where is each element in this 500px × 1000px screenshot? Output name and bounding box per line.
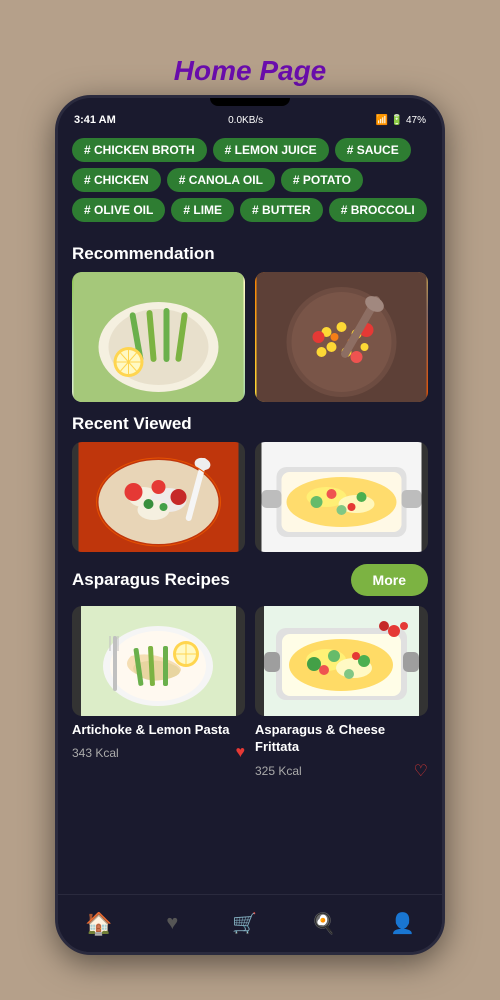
tag-sauce[interactable]: # SAUCE: [335, 138, 411, 162]
food-card-2-kcal-row: 325 Kcal ♡: [255, 761, 428, 781]
recommendation-title: Recommendation: [58, 232, 442, 272]
status-time: 3:41 AM: [74, 114, 116, 126]
asparagus-header: Asparagus Recipes More: [58, 552, 442, 606]
notch: [210, 98, 290, 106]
tags-row-3: # OLIVE OIL # LIME # BUTTER # BROCCOLI: [72, 198, 428, 222]
home-icon: 🏠: [85, 911, 112, 937]
tag-canola-oil[interactable]: # CANOLA OIL: [167, 168, 275, 192]
scroll-area: # CHICKEN BROTH # LEMON JUICE # SAUCE # …: [58, 130, 442, 930]
nav-favorites[interactable]: ♥: [166, 912, 178, 935]
tag-lemon-juice[interactable]: # LEMON JUICE: [213, 138, 329, 162]
page-title: Home Page: [174, 45, 327, 95]
tag-broccoli[interactable]: # BROCCOLI: [329, 198, 427, 222]
status-data: 0.0KB/s: [228, 115, 263, 126]
tag-butter[interactable]: # BUTTER: [240, 198, 323, 222]
food-card-1-kcal-row: 343 Kcal ♥: [72, 744, 245, 762]
rec-image-2[interactable]: [255, 272, 428, 402]
nav-home[interactable]: 🏠: [85, 911, 112, 937]
tags-section: # CHICKEN BROTH # LEMON JUICE # SAUCE # …: [58, 130, 442, 232]
tag-potato[interactable]: # POTATO: [281, 168, 363, 192]
tag-chicken-broth[interactable]: # CHICKEN BROTH: [72, 138, 207, 162]
recommendation-row: [58, 272, 442, 402]
recent-image-1[interactable]: [72, 442, 245, 552]
tags-row-2: # CHICKEN # CANOLA OIL # POTATO: [72, 168, 428, 192]
recent-viewed-title: Recent Viewed: [58, 402, 442, 442]
food-card-1[interactable]: Artichoke & Lemon Pasta 343 Kcal ♥: [72, 606, 245, 781]
more-button[interactable]: More: [351, 564, 428, 596]
phone-frame: 3:41 AM 0.0KB/s 📶 🔋 47% # CHICKEN BROTH …: [55, 95, 445, 955]
tag-lime[interactable]: # LIME: [171, 198, 234, 222]
cart-icon: 🛒: [232, 911, 257, 936]
status-bar: 3:41 AM 0.0KB/s 📶 🔋 47%: [58, 108, 442, 130]
food-card-1-image: [72, 606, 245, 716]
nav-cook[interactable]: 🍳: [311, 911, 336, 936]
status-battery: 📶 🔋 47%: [376, 115, 427, 126]
tag-chicken[interactable]: # CHICKEN: [72, 168, 161, 192]
food-card-1-name: Artichoke & Lemon Pasta: [72, 722, 245, 739]
nav-profile[interactable]: 👤: [390, 911, 415, 936]
food-card-2[interactable]: Asparagus & Cheese Frittata 325 Kcal ♡: [255, 606, 428, 781]
asparagus-title: Asparagus Recipes: [72, 570, 230, 590]
food-card-2-heart[interactable]: ♡: [414, 761, 428, 781]
bottom-nav: 🏠 ♥ 🛒 🍳 👤: [58, 894, 442, 952]
food-card-2-name: Asparagus & Cheese Frittata: [255, 722, 428, 756]
food-card-1-heart[interactable]: ♥: [236, 744, 246, 762]
nav-cart[interactable]: 🛒: [232, 911, 257, 936]
favorites-icon: ♥: [166, 912, 178, 935]
rec-image-1[interactable]: [72, 272, 245, 402]
recent-viewed-row: [58, 442, 442, 552]
profile-icon: 👤: [390, 911, 415, 936]
cook-icon: 🍳: [311, 911, 336, 936]
food-card-2-image: [255, 606, 428, 716]
recent-image-2[interactable]: [255, 442, 428, 552]
food-cards-row: Artichoke & Lemon Pasta 343 Kcal ♥: [58, 606, 442, 781]
food-card-1-kcal: 343 Kcal: [72, 746, 119, 760]
food-card-2-kcal: 325 Kcal: [255, 764, 302, 778]
tags-row-1: # CHICKEN BROTH # LEMON JUICE # SAUCE: [72, 138, 428, 162]
tag-olive-oil[interactable]: # OLIVE OIL: [72, 198, 165, 222]
